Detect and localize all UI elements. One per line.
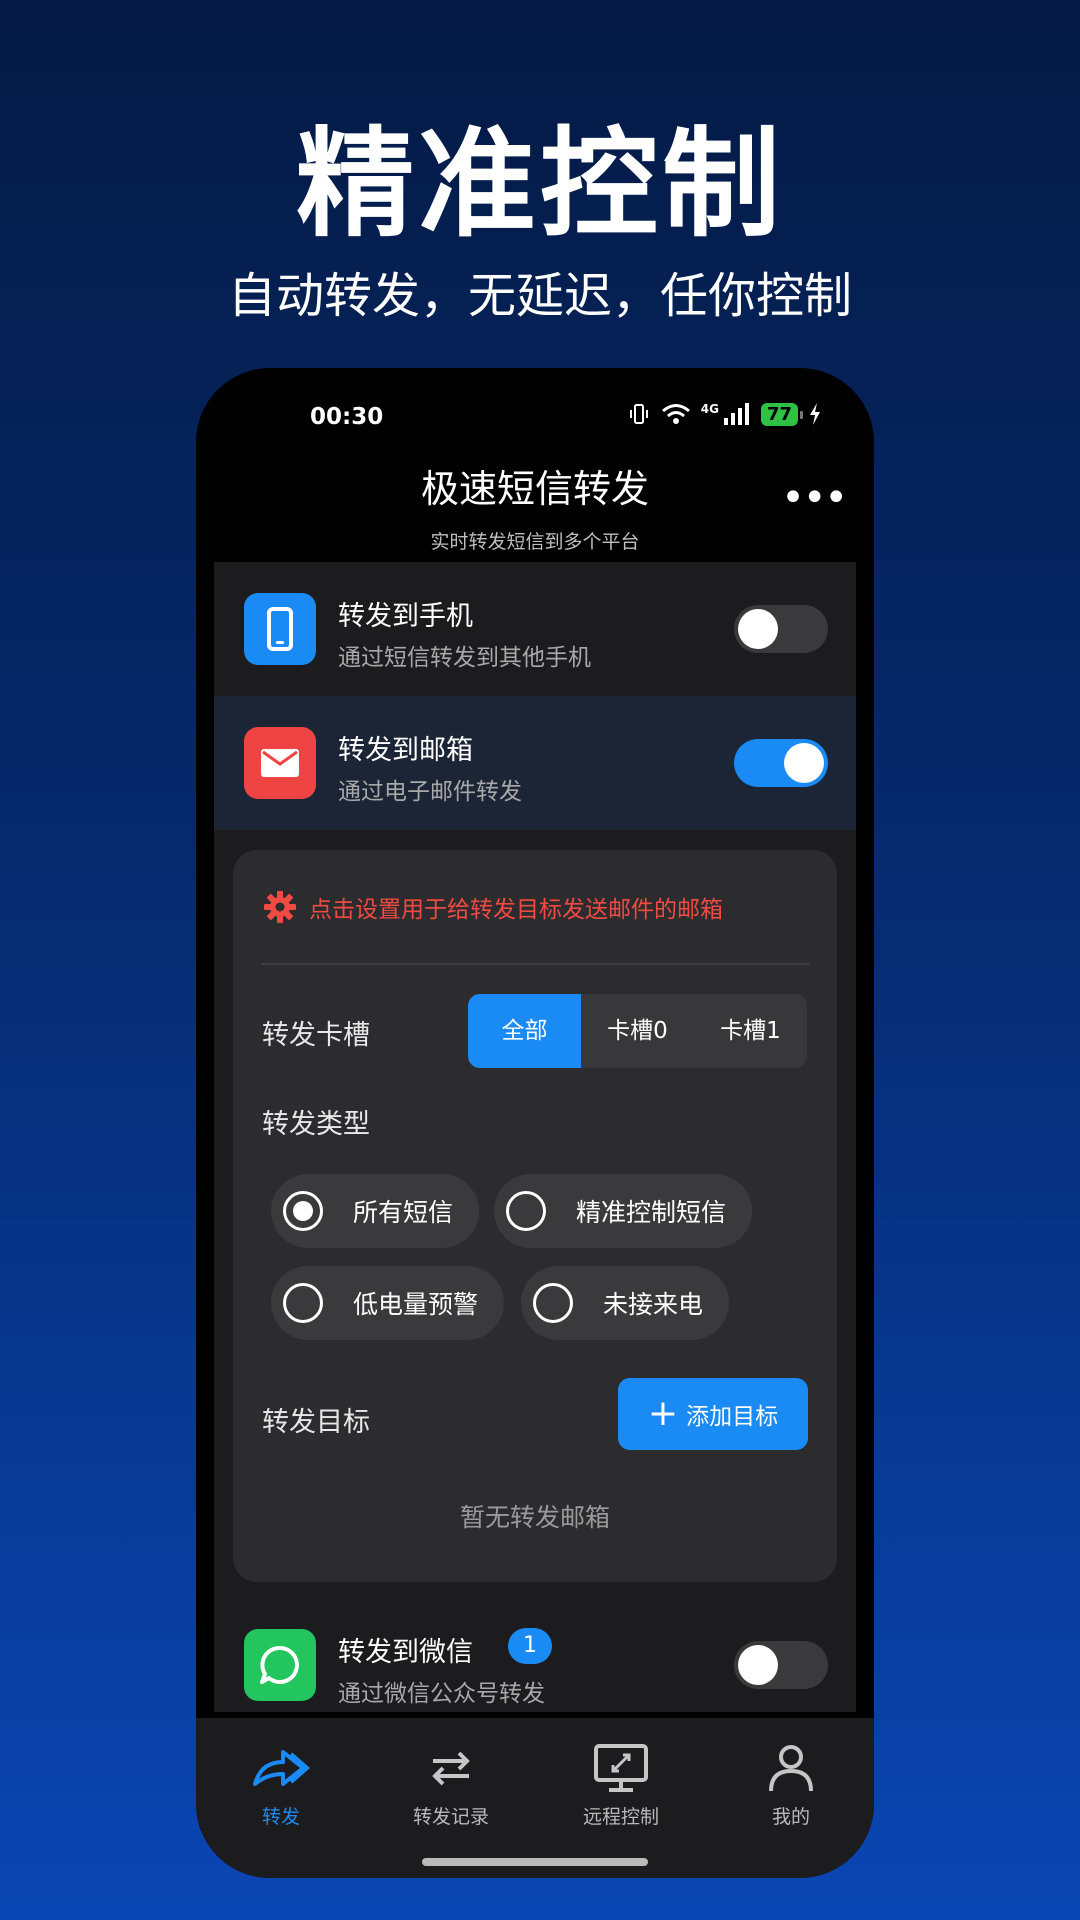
phone-icon [244,593,316,665]
wifi-icon [661,404,690,424]
forward-list: 转发到手机 通过短信转发到其他手机 转发到邮箱 通过电子邮件转发 点击设置用于给… [214,562,856,1712]
tab-label: 转发记录 [412,1806,489,1828]
charging-icon [810,403,820,425]
tab-forward[interactable]: 转发 [196,1740,366,1829]
forward-target-label: 转发目标 [262,1407,370,1438]
tab-label: 远程控制 [582,1806,659,1828]
forward-item-wechat[interactable]: 转发到微信 1 通过微信公众号转发 [214,1598,856,1712]
sim-slot-label: 转发卡槽 [262,1020,370,1051]
plus-icon: + [647,1393,679,1434]
notice-text: 点击设置用于给转发目标发送邮件的邮箱 [309,897,723,923]
signal-icon [723,403,749,425]
type-option-missed-call[interactable]: 未接来电 [521,1266,730,1340]
network-type-label: 4G [700,402,719,416]
wechat-forward-toggle[interactable] [734,1641,828,1689]
home-indicator[interactable] [422,1858,648,1866]
swap-icon [366,1740,536,1796]
more-menu-button[interactable]: ••• [781,478,848,518]
radio-unchecked-icon [283,1283,323,1323]
type-option-label: 精准控制短信 [576,1198,727,1227]
type-option-label: 所有短信 [353,1198,454,1227]
app-bar: 极速短信转发 实时转发短信到多个平台 ••• [196,458,874,558]
forward-item-phone[interactable]: 转发到手机 通过短信转发到其他手机 [214,562,856,696]
user-icon [706,1740,874,1796]
sim-slot-selector: 全部 卡槽0 卡槽1 [468,994,807,1068]
forward-item-title: 转发到微信 [338,1637,473,1668]
empty-targets-text: 暂无转发邮箱 [459,1503,610,1532]
vibrate-icon [629,404,648,424]
type-option-all-sms[interactable]: 所有短信 [271,1174,480,1248]
type-option-label: 未接来电 [603,1290,704,1319]
phone-frame: 00:30 4G 77 极速短信转发 实时转发短信到多个平台 ••• 转发到手机… [196,368,874,1878]
tab-me[interactable]: 我的 [706,1740,874,1829]
forward-item-title: 转发到手机 [338,601,473,632]
tab-remote[interactable]: 远程控制 [536,1740,706,1829]
forward-icon [196,1740,366,1796]
sim-option-all[interactable]: 全部 [468,994,581,1068]
tab-history[interactable]: 转发记录 [366,1740,536,1829]
add-target-label: 添加目标 [686,1404,779,1430]
forward-item-desc: 通过短信转发到其他手机 [338,645,591,671]
remote-monitor-icon [536,1740,706,1796]
email-forward-toggle[interactable] [734,739,828,787]
tab-label: 我的 [771,1806,810,1828]
status-time: 00:30 [310,404,384,430]
radio-unchecked-icon [533,1283,573,1323]
status-icons: 4G 77 [627,402,822,426]
email-sender-setting-link[interactable]: 点击设置用于给转发目标发送邮件的邮箱 [263,890,723,924]
chat-icon [244,1629,316,1701]
app-subtitle: 实时转发短信到多个平台 [430,531,640,553]
mail-icon [244,727,316,799]
divider [261,963,809,965]
bottom-tab-bar: 转发 转发记录 远程控制 我的 [196,1718,874,1878]
status-bar: 00:30 4G 77 [196,396,874,436]
hero-title: 精准控制 [295,115,784,253]
type-option-precise-sms[interactable]: 精准控制短信 [494,1174,753,1248]
phone-forward-toggle[interactable] [734,605,828,653]
forward-item-email[interactable]: 转发到邮箱 通过电子邮件转发 [214,696,856,830]
sim-option-1[interactable]: 卡槽1 [694,994,807,1068]
add-target-button[interactable]: + 添加目标 [618,1378,808,1450]
battery-level: 77 [760,402,804,426]
forward-item-desc: 通过微信公众号转发 [338,1681,545,1707]
app-title: 极速短信转发 [420,467,649,511]
tab-label: 转发 [261,1806,300,1828]
forward-item-desc: 通过电子邮件转发 [338,779,522,805]
count-badge: 1 [508,1628,552,1664]
radio-checked-icon [283,1191,323,1231]
sim-option-0[interactable]: 卡槽0 [581,994,694,1068]
forward-type-label: 转发类型 [262,1109,370,1140]
hero-subtitle: 自动转发，无延迟，任你控制 [227,268,852,324]
email-settings-panel: 点击设置用于给转发目标发送邮件的邮箱 转发卡槽 全部 卡槽0 卡槽1 转发类型 … [233,850,837,1582]
type-option-low-battery[interactable]: 低电量预警 [271,1266,505,1340]
gear-icon [264,891,296,923]
type-option-label: 低电量预警 [353,1290,479,1319]
forward-item-title: 转发到邮箱 [338,735,473,766]
radio-unchecked-icon [506,1191,546,1231]
